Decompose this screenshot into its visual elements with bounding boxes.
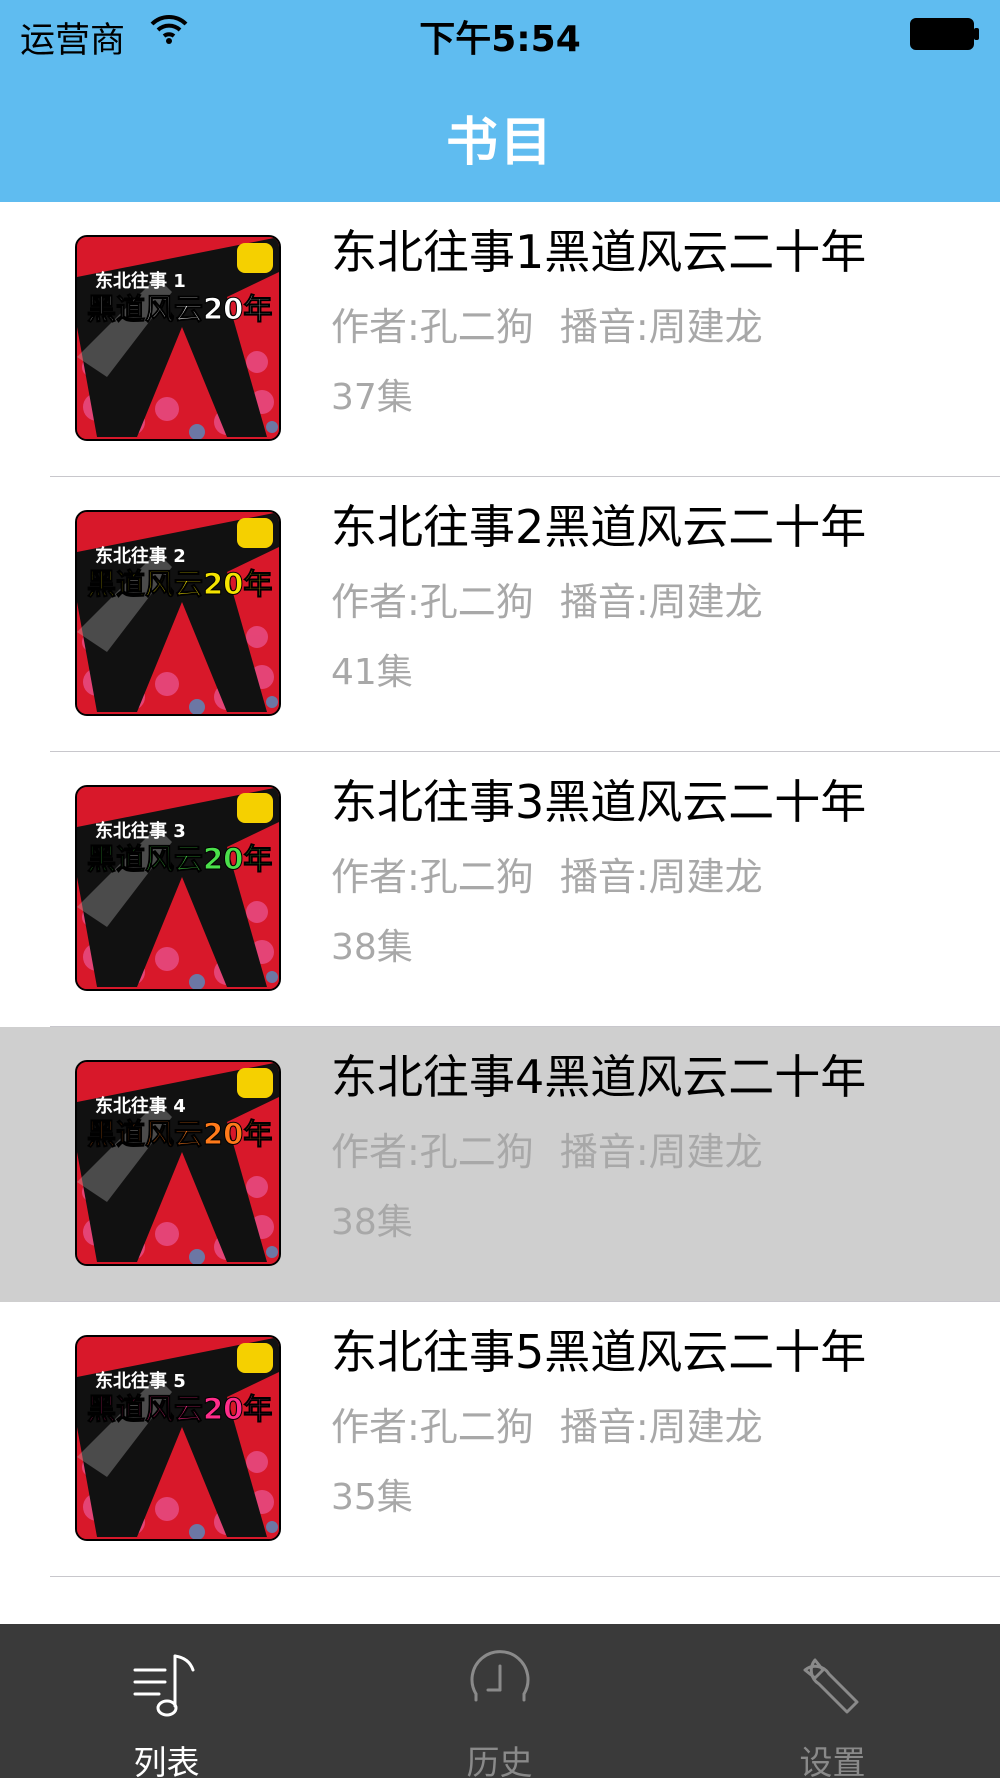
- wrench-icon: [795, 1648, 871, 1724]
- book-meta: 作者:孔二狗 播音:周建龙: [331, 1396, 763, 1451]
- book-title: 东北往事5黑道风云二十年: [331, 1325, 867, 1379]
- book-title: 东北往事2黑道风云二十年: [331, 500, 867, 554]
- cover-title-text: 黑道风云20年: [87, 567, 272, 601]
- episode-count: 38集: [331, 1202, 413, 1243]
- book-row[interactable]: 东北往事 2 黑道风云20年 东北往事2黑道风云二十年 作者:孔二狗 播音:周建龙…: [0, 477, 1000, 752]
- book-author: 作者:孔二狗: [331, 580, 534, 624]
- status-bar: 运营商 下午5:54: [0, 0, 1000, 68]
- cover-series-text: 东北往事 4: [95, 1095, 186, 1117]
- book-meta: 作者:孔二狗 播音:周建龙: [331, 846, 763, 901]
- music-list-icon: [129, 1648, 205, 1724]
- tab-list[interactable]: 列表: [0, 1624, 333, 1782]
- book-row[interactable]: 东北往事 1 黑道风云20年 东北往事1黑道风云二十年 作者:孔二狗 播音:周建龙…: [0, 202, 1000, 477]
- episode-count: 41集: [331, 652, 413, 693]
- book-narrator: 播音:周建龙: [559, 1405, 763, 1449]
- tab-history[interactable]: 历史: [333, 1624, 666, 1782]
- book-narrator: 播音:周建龙: [559, 1130, 763, 1174]
- cover-series-text: 东北往事 2: [95, 545, 186, 567]
- row-divider: [50, 1576, 1000, 1577]
- cover-title-text: 黑道风云20年: [87, 292, 272, 326]
- clock-time: 下午5:54: [419, 19, 581, 60]
- battery-icon: [910, 18, 980, 50]
- tab-label: 设置: [799, 1743, 866, 1782]
- book-row[interactable]: 东北往事 5 黑道风云20年 东北往事5黑道风云二十年 作者:孔二狗 播音:周建龙…: [0, 1302, 1000, 1577]
- tab-label: 列表: [133, 1743, 200, 1782]
- episode-count: 38集: [331, 927, 413, 968]
- book-cover-image: 东北往事 3 黑道风云20年: [75, 785, 281, 991]
- book-row[interactable]: 东北往事 3 黑道风云20年 东北往事3黑道风云二十年 作者:孔二狗 播音:周建龙…: [0, 752, 1000, 1027]
- book-title: 东北往事1黑道风云二十年: [331, 225, 867, 279]
- book-narrator: 播音:周建龙: [559, 855, 763, 899]
- episode-count: 35集: [331, 1477, 413, 1518]
- cover-series-text: 东北往事 3: [95, 820, 186, 842]
- book-title: 东北往事3黑道风云二十年: [331, 775, 867, 829]
- book-meta: 作者:孔二狗 播音:周建龙: [331, 1121, 763, 1176]
- book-cover-image: 东北往事 1 黑道风云20年: [75, 235, 281, 441]
- cover-title-text: 黑道风云20年: [87, 1117, 272, 1151]
- book-cover-image: 东北往事 4 黑道风云20年: [75, 1060, 281, 1266]
- book-author: 作者:孔二狗: [331, 305, 534, 349]
- book-author: 作者:孔二狗: [331, 855, 534, 899]
- book-title: 东北往事4黑道风云二十年: [331, 1050, 867, 1104]
- page-title: 书目: [445, 113, 554, 173]
- tab-settings[interactable]: 设置: [666, 1624, 999, 1782]
- book-cover-image: 东北往事 2 黑道风云20年: [75, 510, 281, 716]
- clock-icon: [462, 1648, 538, 1724]
- book-meta: 作者:孔二狗 播音:周建龙: [331, 571, 763, 626]
- episode-count: 37集: [331, 377, 413, 418]
- book-author: 作者:孔二狗: [331, 1130, 534, 1174]
- tab-label: 历史: [466, 1743, 533, 1782]
- book-meta: 作者:孔二狗 播音:周建龙: [331, 296, 763, 351]
- cover-series-text: 东北往事 5: [95, 1370, 186, 1392]
- book-cover-image: 东北往事 5 黑道风云20年: [75, 1335, 281, 1541]
- cover-title-text: 黑道风云20年: [87, 1392, 272, 1426]
- cover-series-text: 东北往事 1: [95, 270, 186, 292]
- book-row[interactable]: 东北往事 4 黑道风云20年 东北往事4黑道风云二十年 作者:孔二狗 播音:周建龙…: [0, 1027, 1000, 1302]
- tab-bar: 列表 历史 设置: [0, 1624, 1000, 1782]
- book-narrator: 播音:周建龙: [559, 305, 763, 349]
- book-narrator: 播音:周建龙: [559, 580, 763, 624]
- navigation-bar: 书目: [0, 68, 1000, 202]
- book-list: 东北往事 1 黑道风云20年 东北往事1黑道风云二十年 作者:孔二狗 播音:周建龙…: [0, 202, 1000, 1577]
- book-author: 作者:孔二狗: [331, 1405, 534, 1449]
- cover-title-text: 黑道风云20年: [87, 842, 272, 876]
